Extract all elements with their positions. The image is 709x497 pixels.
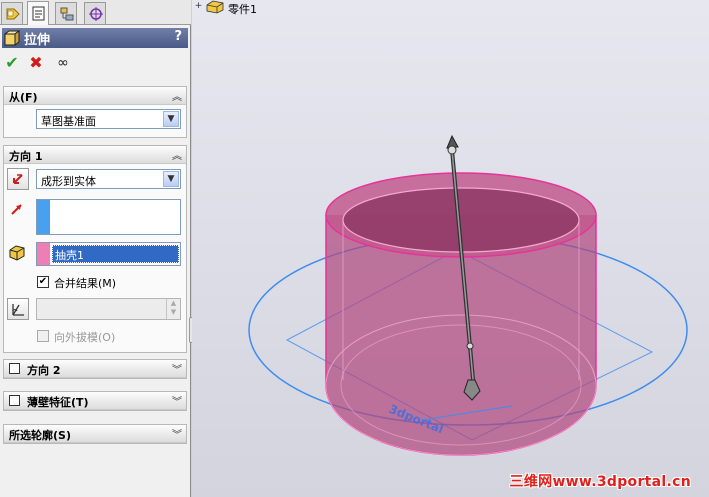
graphics-viewport[interactable]: + 零件1 3dportal 三维网www.3dportal.cn [192,0,709,497]
expand-chevron-icon: ︾ [172,365,182,376]
selected-body-label: 抽壳1 [55,249,84,262]
selection-color-bar [37,200,50,234]
solid-body-icon [9,245,25,261]
arrow-midpoint-handle[interactable] [466,342,474,350]
start-condition-value: 草图基准面 [41,115,96,128]
from-section-header[interactable]: 从(F) ︽ [4,87,186,105]
draft-angle-spinner[interactable]: ▲ ▼ [166,299,180,319]
reverse-direction-icon [13,174,23,184]
collapse-chevron-icon: ︽ [172,151,182,162]
tab-feature-manager[interactable] [1,2,23,24]
direction-reference-list[interactable] [36,199,181,235]
direction2-section-header[interactable]: 方向 2 ︾ [4,360,186,378]
draft-angle-input[interactable]: ▲ ▼ [36,298,181,320]
chevron-down-icon: ▼ [163,111,179,127]
selected-contours-section: 所选轮廓(S) ︾ [3,424,187,444]
extrude-feature-icon [4,30,20,46]
feature-manager-icon [6,8,20,20]
feature-title: 拉伸 [24,33,51,48]
tab-property-manager[interactable] [27,1,49,25]
help-button[interactable]: ? [174,29,182,44]
direction2-checkbox[interactable] [9,363,20,374]
feature-title-bar: 拉伸 ? [2,28,188,48]
from-section: 从(F) ︽ 草图基准面 ▼ [3,86,187,138]
direction2-section-title: 方向 2 [27,364,61,377]
thin-feature-section-title: 薄壁特征(T) [27,396,89,409]
manager-tabs [0,0,191,25]
draft-angle-icon [12,304,24,316]
selected-contours-section-title: 所选轮廓(S) [9,429,71,442]
draft-outward-check [37,330,49,342]
thin-feature-section-header[interactable]: 薄壁特征(T) ︾ [4,392,186,410]
merge-result-checkbox[interactable]: ✔ 合并结果(M) [37,276,167,290]
merge-result-check: ✔ [37,276,49,288]
dimxpert-icon [89,7,103,21]
detailed-preview-button[interactable]: ∞ [53,54,73,72]
end-condition-select[interactable]: 成形到实体 ▼ [36,169,181,189]
chevron-down-icon: ▼ [163,171,179,187]
selection-color-bar [37,243,50,265]
watermark-text: 三维网www.3dportal.cn [509,474,691,490]
from-section-title: 从(F) [9,91,38,104]
expand-chevron-icon: ︾ [172,397,182,408]
direction1-section: 方向 1 ︽ 成形到实体 ▼ 抽壳1 ✔ 合并结果(M) ▲ ▼ 向外拔模(O) [3,145,187,353]
direction-vector-icon [11,204,22,215]
tab-configuration-manager[interactable] [55,2,77,24]
selected-body-item[interactable]: 抽壳1 [52,245,179,263]
expand-chevron-icon: ︾ [172,430,182,441]
configuration-manager-icon [60,7,74,21]
thin-feature-section: 薄壁特征(T) ︾ [3,391,187,411]
solid-body-list[interactable]: 抽壳1 [36,242,181,266]
collapse-chevron-icon: ︽ [172,92,182,103]
draft-outward-label: 向外拔模(O) [54,331,116,344]
reverse-direction-button[interactable] [7,168,29,190]
cancel-button[interactable]: ✖ [26,54,46,72]
action-buttons-row: ✔ ✖ ∞ [0,52,190,74]
direction1-section-header[interactable]: 方向 1 ︽ [4,146,186,164]
ok-button[interactable]: ✔ [2,54,22,72]
draft-toggle-button[interactable] [7,298,29,320]
arrow-drag-handle[interactable] [447,145,457,155]
end-condition-value: 成形到实体 [41,175,96,188]
thin-feature-checkbox[interactable] [9,395,20,406]
direction2-section: 方向 2 ︾ [3,359,187,379]
selected-contours-section-header[interactable]: 所选轮廓(S) ︾ [4,425,186,443]
property-manager-panel: 拉伸 ? ✔ ✖ ∞ 从(F) ︽ 草图基准面 ▼ 方向 1 ︽ 成形到实体 ▼ [0,0,191,497]
property-manager-icon [32,6,45,21]
merge-result-label: 合并结果(M) [54,277,117,290]
direction1-section-title: 方向 1 [9,150,43,163]
start-condition-select[interactable]: 草图基准面 ▼ [36,109,181,129]
tab-dimxpert-manager[interactable] [84,2,106,24]
model-scene: 3dportal [248,134,688,456]
draft-outward-checkbox[interactable]: 向外拔模(O) [37,330,167,344]
